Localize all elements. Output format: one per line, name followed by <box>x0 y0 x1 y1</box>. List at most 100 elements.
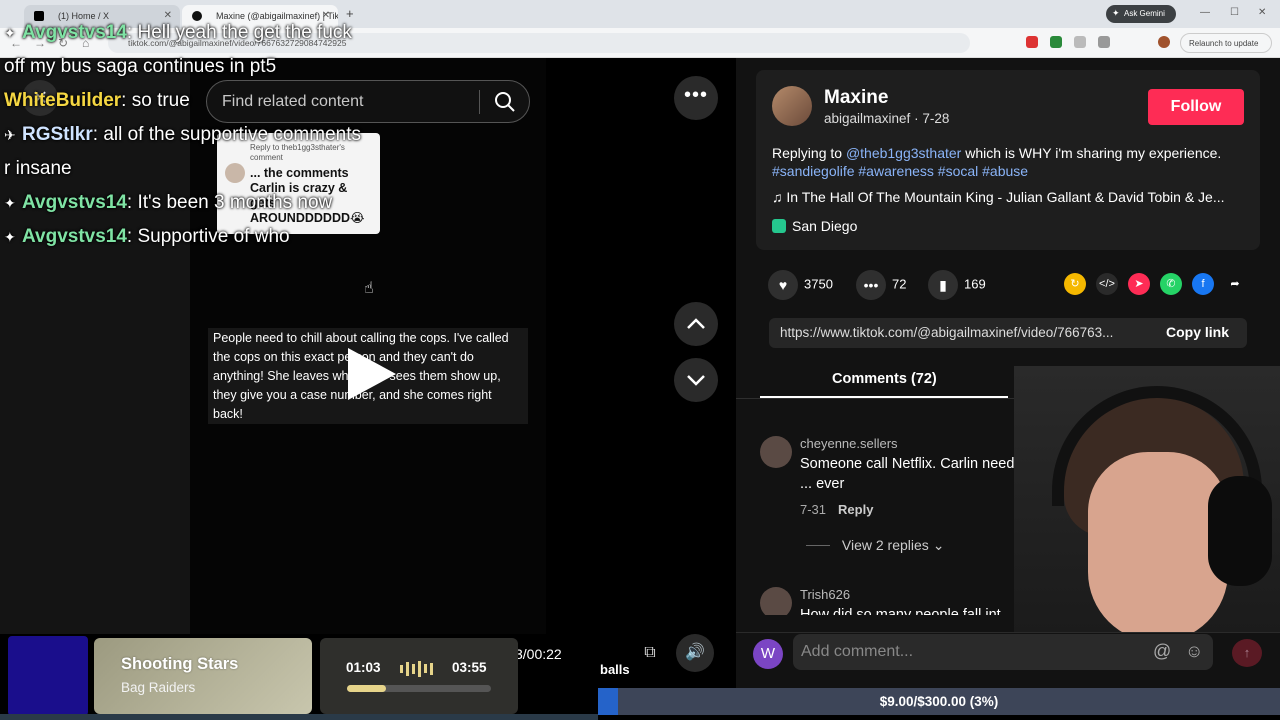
volume-icon[interactable]: 🔊 <box>676 634 714 672</box>
search-icon[interactable] <box>494 91 516 113</box>
chat-message: WhiteBuilder: so true <box>4 84 364 118</box>
equalizer-icon <box>400 660 440 677</box>
author-avatar[interactable] <box>772 86 812 126</box>
now-playing-artist: Bag Raiders <box>121 680 196 695</box>
mention-link[interactable]: @theb1gg3sthater <box>846 145 961 161</box>
hashtag-links[interactable]: #sandiegolife #awareness #socal #abuse <box>772 163 1028 179</box>
chat-username: RGStlkr <box>22 124 93 145</box>
repost-icon[interactable]: ↻ <box>1064 273 1086 295</box>
emoji-icon[interactable]: ☺ <box>1185 641 1203 662</box>
comment-button[interactable]: ••• 72 <box>856 270 907 300</box>
profile-avatar[interactable] <box>1158 36 1170 48</box>
mouse-cursor-icon: ☝ <box>364 280 374 297</box>
video-url: https://www.tiktok.com/@abigailmaxinef/v… <box>780 325 1114 340</box>
chat-message: ✈ RGStlkr: all of the supportive comments… <box>4 118 364 186</box>
author-name[interactable]: Maxine <box>824 87 888 109</box>
post-description: Replying to @theb1gg3sthater which is WH… <box>772 144 1252 180</box>
video-time: 3/00:22 <box>515 646 562 662</box>
chat-username: Avgvstvs14 <box>22 192 127 213</box>
chat-username: WhiteBuilder <box>4 90 122 111</box>
screen: (1) Home / X ✕ Maxine (@abigailmaxinef) … <box>0 0 1280 720</box>
comment-username[interactable]: cheyenne.sellers <box>800 436 898 451</box>
chat-separator: : <box>126 192 138 213</box>
save-button[interactable]: ▮ 169 <box>928 270 986 300</box>
like-button[interactable]: ♥ 3750 <box>768 270 833 300</box>
comment-meta: 7-31 Reply <box>800 502 873 517</box>
comment-count: 72 <box>892 276 907 292</box>
chat-separator: : <box>92 124 104 145</box>
chat-badge-icon: ✦ <box>4 195 16 211</box>
extension-icon[interactable] <box>1074 36 1086 48</box>
chat-message: ✦ Avgvstvs14: It's been 3 months now <box>4 186 364 220</box>
location-pin-icon <box>772 219 786 233</box>
view-replies-button[interactable]: View 2 replies ⌄ <box>806 537 945 554</box>
send-icon[interactable]: ➤ <box>1128 273 1150 295</box>
headphones-cup <box>1208 476 1272 586</box>
ask-gemini-button[interactable]: Ask Gemini <box>1106 5 1176 23</box>
now-playing-progress <box>347 685 491 692</box>
donation-goal-bar: $9.00/$300.00 (3%) <box>598 688 1280 715</box>
next-video-button[interactable] <box>674 358 718 402</box>
mention-icon[interactable]: @ <box>1153 641 1171 662</box>
comment-placeholder: Add comment... <box>801 643 914 660</box>
post-date: 7-28 <box>922 111 950 126</box>
whatsapp-icon[interactable]: ✆ <box>1160 273 1182 295</box>
streamer-webcam <box>1014 366 1280 650</box>
heart-icon: ♥ <box>768 270 798 300</box>
chat-separator: : <box>126 226 138 247</box>
maximize-icon[interactable]: ☐ <box>1230 7 1239 18</box>
chat-username: Avgvstvs14 <box>22 22 127 43</box>
chat-text: so true <box>131 90 190 111</box>
mini-player-icon[interactable]: ⧉ <box>637 639 663 667</box>
puzzle-icon[interactable] <box>1098 36 1110 48</box>
chat-message: ✦ Avgvstvs14: Supportive of who <box>4 220 364 254</box>
comment-username[interactable]: Trish626 <box>800 587 850 602</box>
author-handle-date: abigailmaxinef · 7-28 <box>824 111 949 126</box>
bookmark-icon: ▮ <box>928 270 958 300</box>
extension-icon[interactable] <box>1050 36 1062 48</box>
now-playing-title: Shooting Stars <box>121 655 239 673</box>
active-tab-indicator <box>760 396 1008 398</box>
copy-link-button[interactable]: Copy link <box>1166 324 1229 340</box>
comment-input[interactable]: Add comment... @ ☺ <box>793 634 1213 670</box>
music-link[interactable]: ♫ In The Hall Of The Mountain King - Jul… <box>772 189 1252 205</box>
desc-prefix: Replying to <box>772 145 846 161</box>
embed-icon[interactable]: </> <box>1096 273 1118 295</box>
extension-icon[interactable] <box>1026 36 1038 48</box>
facebook-icon[interactable]: f <box>1192 273 1214 295</box>
comment-text: How did so many people fall int... <box>800 607 1013 615</box>
now-playing-current-time: 01:03 <box>346 660 381 675</box>
post-comment-button[interactable]: ↑ <box>1232 639 1262 667</box>
stream-chat-overlay: ✦ Avgvstvs14: Hell yeah the get the fuck … <box>4 16 364 254</box>
comment-bubble-icon: ••• <box>856 270 886 300</box>
location-tag[interactable]: San Diego <box>772 218 857 236</box>
comment-text: Someone call Netflix. Carlin needs ... e… <box>800 456 1022 492</box>
chevron-down-icon <box>687 375 705 386</box>
chat-message: ✦ Avgvstvs14: Hell yeah the get the fuck … <box>4 16 364 84</box>
comment-item: Trish626 How did so many people fall int… <box>760 587 1020 615</box>
chat-text: Supportive of who <box>137 226 290 247</box>
more-options-icon[interactable]: ••• <box>674 76 718 120</box>
forward-icon[interactable]: ➦ <box>1224 273 1246 295</box>
avatar[interactable] <box>760 436 792 468</box>
relaunch-button[interactable]: Relaunch to update <box>1180 33 1272 53</box>
avatar[interactable] <box>760 587 792 615</box>
chevron-down-icon: ⌄ <box>932 537 945 553</box>
now-playing-card <box>94 638 312 714</box>
close-window-icon[interactable]: ✕ <box>1258 7 1266 18</box>
music-title[interactable]: In The Hall Of The Mountain King - Julia… <box>786 189 1224 205</box>
previous-video-button[interactable] <box>674 302 718 346</box>
desc-text: which is WHY i'm sharing my experience. <box>961 145 1222 161</box>
play-icon[interactable] <box>348 348 396 400</box>
donation-goal-text: $9.00/$300.00 (3%) <box>879 694 999 709</box>
reply-button[interactable]: Reply <box>838 502 873 517</box>
save-count: 169 <box>964 276 986 292</box>
tab-divider <box>736 398 1036 399</box>
minimize-icon[interactable]: — <box>1200 7 1210 18</box>
chat-separator: : <box>126 22 138 43</box>
my-avatar[interactable]: W <box>753 639 783 669</box>
author-handle[interactable]: abigailmaxinef <box>824 111 910 126</box>
follow-button[interactable]: Follow <box>1148 89 1244 125</box>
tab-comments[interactable]: Comments (72) <box>832 371 937 387</box>
chat-badge-icon: ✈ <box>4 127 16 143</box>
